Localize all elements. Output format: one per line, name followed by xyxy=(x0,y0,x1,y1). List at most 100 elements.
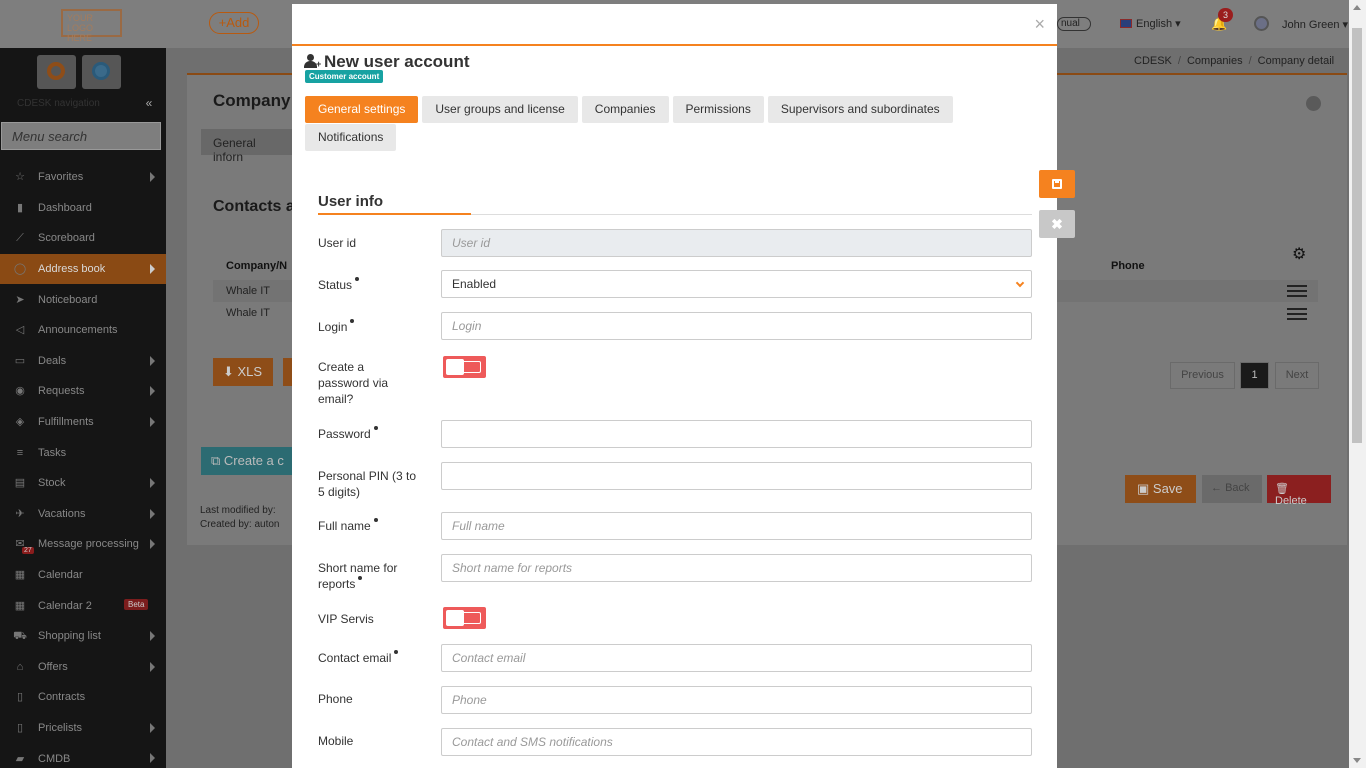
sidebar-item-address-book[interactable]: ◯ Address book xyxy=(0,253,166,285)
sidebar-item-label: Dashboard xyxy=(38,201,92,214)
section-title-user-info: User info xyxy=(318,193,384,210)
scrollbar-thumb[interactable] xyxy=(1352,28,1362,443)
required-dot-icon xyxy=(373,518,378,522)
sidebar-item-favorites[interactable]: ☆ Favorites xyxy=(0,162,166,193)
sidebar-item-fulfillments[interactable]: ◈ Fulfillments xyxy=(0,407,166,438)
tab-supervisors-subordinates[interactable]: Supervisors and subordinates xyxy=(767,96,953,123)
row-menu-icon[interactable] xyxy=(1287,308,1307,320)
collapse-sidebar-icon[interactable]: « xyxy=(136,96,162,114)
message-count-badge: 27 xyxy=(22,547,34,555)
row-menu-icon[interactable] xyxy=(1287,285,1307,297)
language-selector[interactable]: English ▾ xyxy=(1120,17,1181,30)
sidebar-item-label: Vacations xyxy=(38,507,86,520)
mobile-field[interactable] xyxy=(441,728,1032,756)
short-name-field[interactable] xyxy=(441,554,1032,582)
modal-title-text: New user account xyxy=(324,52,470,71)
notification-count-badge: 3 xyxy=(1218,8,1233,22)
sidebar-item-deals[interactable]: ▭ Deals xyxy=(0,346,166,377)
sidebar-item-cmdb[interactable]: ▰ CMDB xyxy=(0,743,166,768)
delete-button[interactable]: 🗑 Delete xyxy=(1267,475,1331,507)
sidebar-item-dashboard[interactable]: ▮ Dashboard xyxy=(0,193,166,224)
scroll-down-arrow-icon[interactable] xyxy=(1353,758,1361,763)
sidebar-item-requests[interactable]: ◉ Requests xyxy=(0,376,166,407)
megaphone-icon: ◁ xyxy=(15,324,25,337)
pager-previous-button[interactable]: Previous xyxy=(1170,362,1235,389)
sidebar-item-scoreboard[interactable]: ⟋ Scoreboard xyxy=(0,223,166,254)
tab-notifications[interactable]: Notifications xyxy=(305,124,397,151)
sidebar-item-offers[interactable]: ⌂ Offers xyxy=(0,652,166,683)
cdesk-logo-orange[interactable] xyxy=(37,55,76,89)
add-button[interactable]: +Add xyxy=(209,12,259,34)
sidebar-item-vacations[interactable]: ✈ Vacations xyxy=(0,499,166,530)
sidebar-item-label: Calendar 2 xyxy=(38,599,92,612)
user-menu[interactable]: John Green ▾ xyxy=(1282,18,1348,31)
status-select[interactable]: Enabled xyxy=(441,270,1032,298)
chevron-right-icon xyxy=(150,630,155,641)
calendar-icon: ▦ xyxy=(14,599,26,612)
sidebar-item-label: Shopping list xyxy=(38,630,101,643)
password-field[interactable] xyxy=(441,420,1032,448)
pin-field[interactable] xyxy=(441,462,1032,490)
sidebar-item-calendar-2[interactable]: ▦ Calendar 2 Beta xyxy=(0,590,166,621)
chevron-right-icon xyxy=(150,355,155,366)
vip-toggle[interactable] xyxy=(443,607,486,629)
tab-companies[interactable]: Companies xyxy=(581,96,669,123)
tab-general-settings[interactable]: General settings xyxy=(305,96,419,123)
cdesk-logo-blue[interactable] xyxy=(82,55,121,89)
sidebar-item-calendar[interactable]: ▦ Calendar xyxy=(0,560,166,591)
modal-save-button[interactable] xyxy=(1039,170,1075,198)
phone-field[interactable] xyxy=(441,686,1032,714)
tab-general-information[interactable]: General inforn xyxy=(201,129,301,164)
sidebar-item-message-processing[interactable]: ✉ Message processing 27 xyxy=(0,529,166,560)
breadcrumb-item[interactable]: Companies xyxy=(1187,55,1243,67)
sidebar-item-tasks[interactable]: ≡ Tasks xyxy=(0,437,166,468)
column-header-company[interactable]: Company/N xyxy=(226,260,287,272)
breadcrumb-item[interactable]: CDESK xyxy=(1134,55,1172,67)
created-by-text: Created by: auton xyxy=(200,519,280,530)
contact-email-field[interactable] xyxy=(441,644,1032,672)
avatar[interactable] xyxy=(1254,16,1269,31)
sidebar-item-contracts[interactable]: ▯ Contracts xyxy=(0,682,166,713)
manual-button[interactable]: nual xyxy=(1057,17,1091,31)
tab-user-groups-license[interactable]: User groups and license xyxy=(422,96,578,123)
pager-next-button[interactable]: Next xyxy=(1275,362,1319,389)
document-icon: ▯ xyxy=(16,721,24,734)
export-xls-button[interactable]: ⬇ XLS xyxy=(213,358,273,386)
back-button[interactable]: ← Back xyxy=(1202,475,1262,503)
sidebar-item-label: Tasks xyxy=(38,446,67,459)
sidebar-item-shopping-list[interactable]: ⛟ Shopping list xyxy=(0,621,166,652)
tab-permissions[interactable]: Permissions xyxy=(672,96,764,123)
login-field[interactable] xyxy=(441,312,1032,340)
full-name-field[interactable] xyxy=(441,512,1032,540)
archive-icon: ▤ xyxy=(14,477,26,490)
save-button[interactable]: ▣ Save xyxy=(1125,475,1196,503)
folder-icon: ▰ xyxy=(15,752,25,765)
modal-cancel-button[interactable]: ✖ xyxy=(1039,210,1075,238)
required-dot-icon xyxy=(350,319,355,323)
close-icon[interactable]: × xyxy=(1034,14,1045,35)
sidebar-item-label: Message processing xyxy=(38,538,139,551)
wallet-icon: ▭ xyxy=(14,354,26,367)
bar-chart-icon: ▮ xyxy=(16,201,24,214)
scroll-up-arrow-icon[interactable] xyxy=(1353,5,1361,10)
column-header-phone[interactable]: Phone xyxy=(1111,260,1145,272)
plane-icon: ✈ xyxy=(15,507,25,520)
page-scrollbar[interactable] xyxy=(1349,0,1366,768)
pager-page-button[interactable]: 1 xyxy=(1240,362,1269,389)
sidebar-item-announcements[interactable]: ◁ Announcements xyxy=(0,315,166,346)
sidebar-item-pricelists[interactable]: ▯ Pricelists xyxy=(0,713,166,744)
sidebar-item-label: Noticeboard xyxy=(38,293,98,306)
create-password-label: Create a password via email? xyxy=(318,360,389,406)
create-contact-button[interactable]: ⧉ Create a c xyxy=(201,447,293,475)
gear-icon[interactable]: ⚙ xyxy=(1292,244,1306,264)
compass-icon[interactable] xyxy=(1306,96,1321,111)
cart-icon: ⛟ xyxy=(13,630,27,643)
create-password-toggle[interactable] xyxy=(443,356,486,378)
sidebar-item-stock[interactable]: ▤ Stock xyxy=(0,468,166,499)
modal-tabs: General settings User groups and license C… xyxy=(305,96,1005,152)
sidebar-item-label: Scoreboard xyxy=(38,232,95,245)
menu-search-input[interactable]: Menu search xyxy=(1,122,161,150)
sidebar-item-noticeboard[interactable]: ➤ Noticeboard xyxy=(0,284,166,315)
chevron-right-icon xyxy=(150,263,155,274)
login-label: Login xyxy=(318,319,418,335)
